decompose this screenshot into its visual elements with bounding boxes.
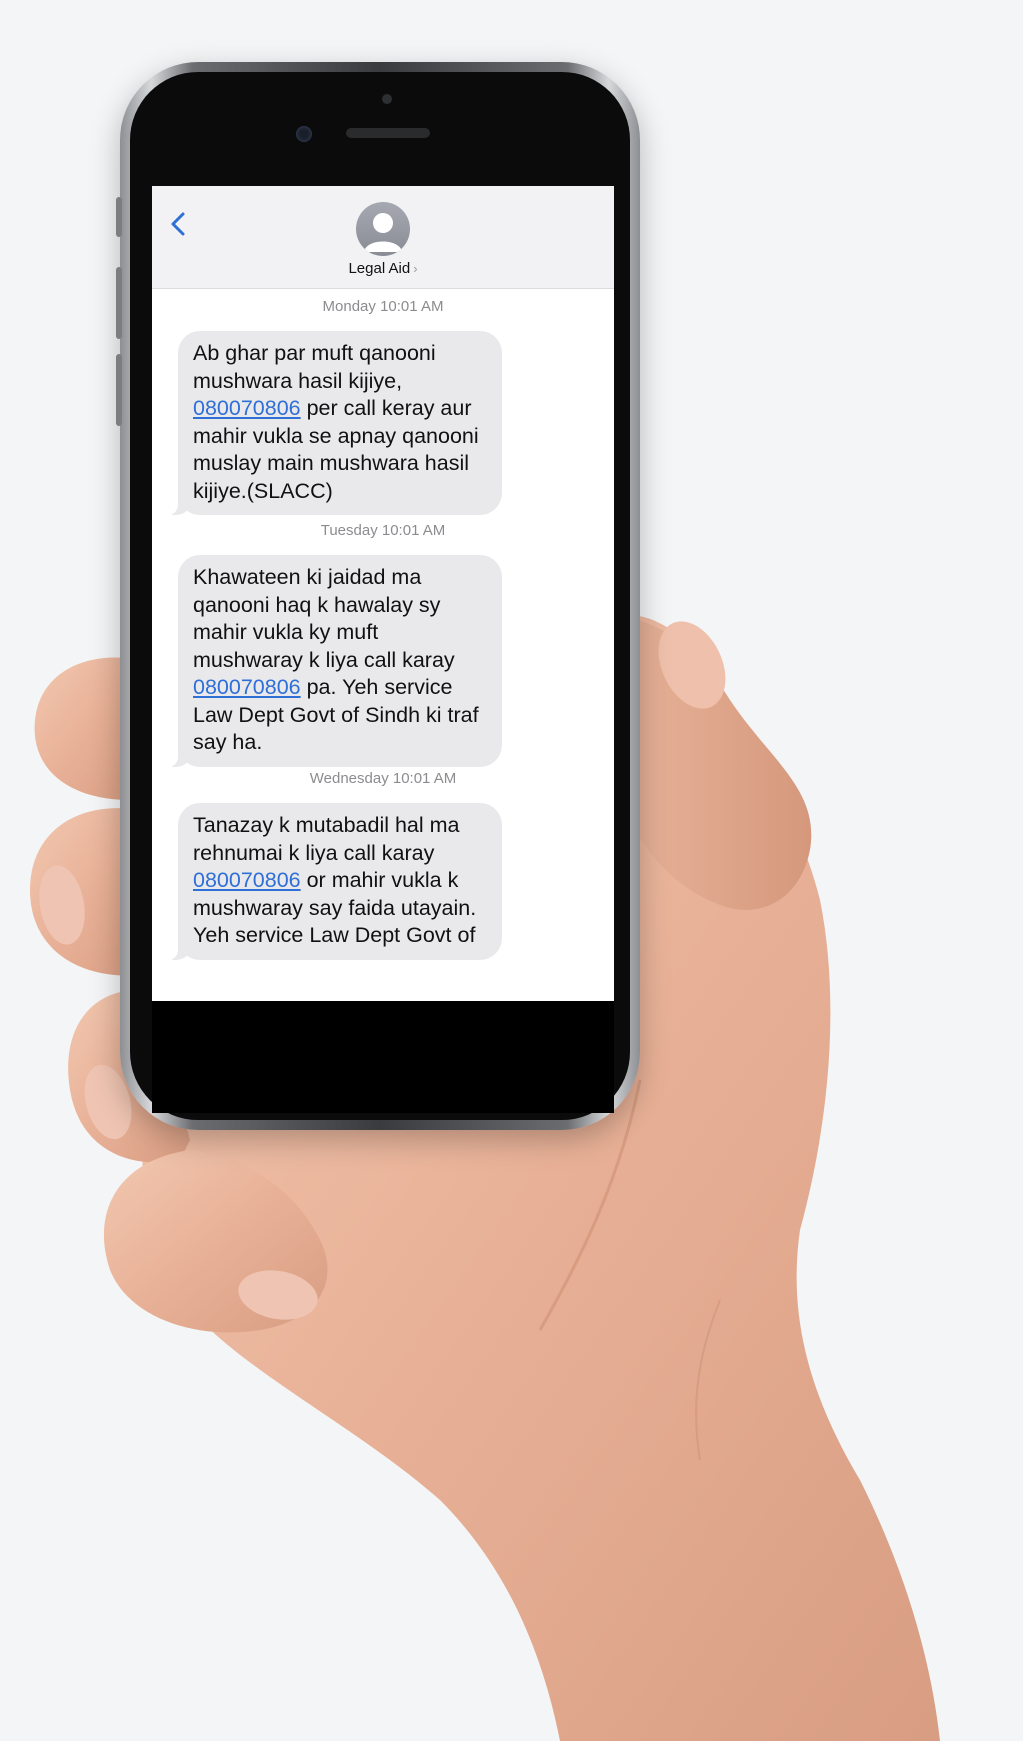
chevron-right-icon: › bbox=[413, 261, 418, 276]
contact-name: Legal Aid bbox=[348, 260, 411, 277]
chevron-left-icon[interactable] bbox=[166, 208, 190, 240]
message-timestamp: Tuesday 10:01 AM bbox=[320, 522, 446, 539]
message-text: Ab ghar par muft qanooni mushwara hasil … bbox=[193, 341, 436, 393]
sensor-dot bbox=[382, 94, 392, 104]
contact-name-button[interactable]: Legal Aid › bbox=[152, 260, 614, 277]
front-camera bbox=[296, 126, 312, 142]
volume-up-button bbox=[116, 267, 122, 339]
message-text: Tanazay k mutabadil hal ma rehnumai k li… bbox=[193, 813, 460, 865]
phone-number-link[interactable]: 080070806 bbox=[193, 675, 301, 699]
side-button bbox=[116, 197, 122, 237]
message-timestamp: Wednesday 10:01 AM bbox=[309, 770, 457, 787]
person-avatar-icon[interactable] bbox=[356, 202, 410, 256]
message-bubble[interactable]: Tanazay k mutabadil hal ma rehnumai k li… bbox=[166, 803, 502, 960]
message-bubble[interactable]: Ab ghar par muft qanooni mushwara hasil … bbox=[166, 331, 502, 515]
message-timestamp: Monday 10:01 AM bbox=[322, 298, 444, 315]
photo-stage: Legal Aid › Monday 10:01 AM Ab ghar par m… bbox=[0, 0, 1023, 1741]
phone-number-link[interactable]: 080070806 bbox=[193, 868, 301, 892]
volume-down-button bbox=[116, 354, 122, 426]
earpiece-speaker bbox=[346, 128, 430, 138]
conversation-header: Legal Aid › bbox=[152, 186, 614, 289]
screen-bottom-bezel bbox=[152, 1001, 614, 1113]
message-bubble[interactable]: Khawateen ki jaidad ma qanooni haq k haw… bbox=[166, 555, 502, 767]
phone-number-link[interactable]: 080070806 bbox=[193, 396, 301, 420]
message-text: Khawateen ki jaidad ma qanooni haq k haw… bbox=[193, 565, 455, 672]
messages-screen: Legal Aid › Monday 10:01 AM Ab ghar par m… bbox=[152, 186, 614, 1001]
